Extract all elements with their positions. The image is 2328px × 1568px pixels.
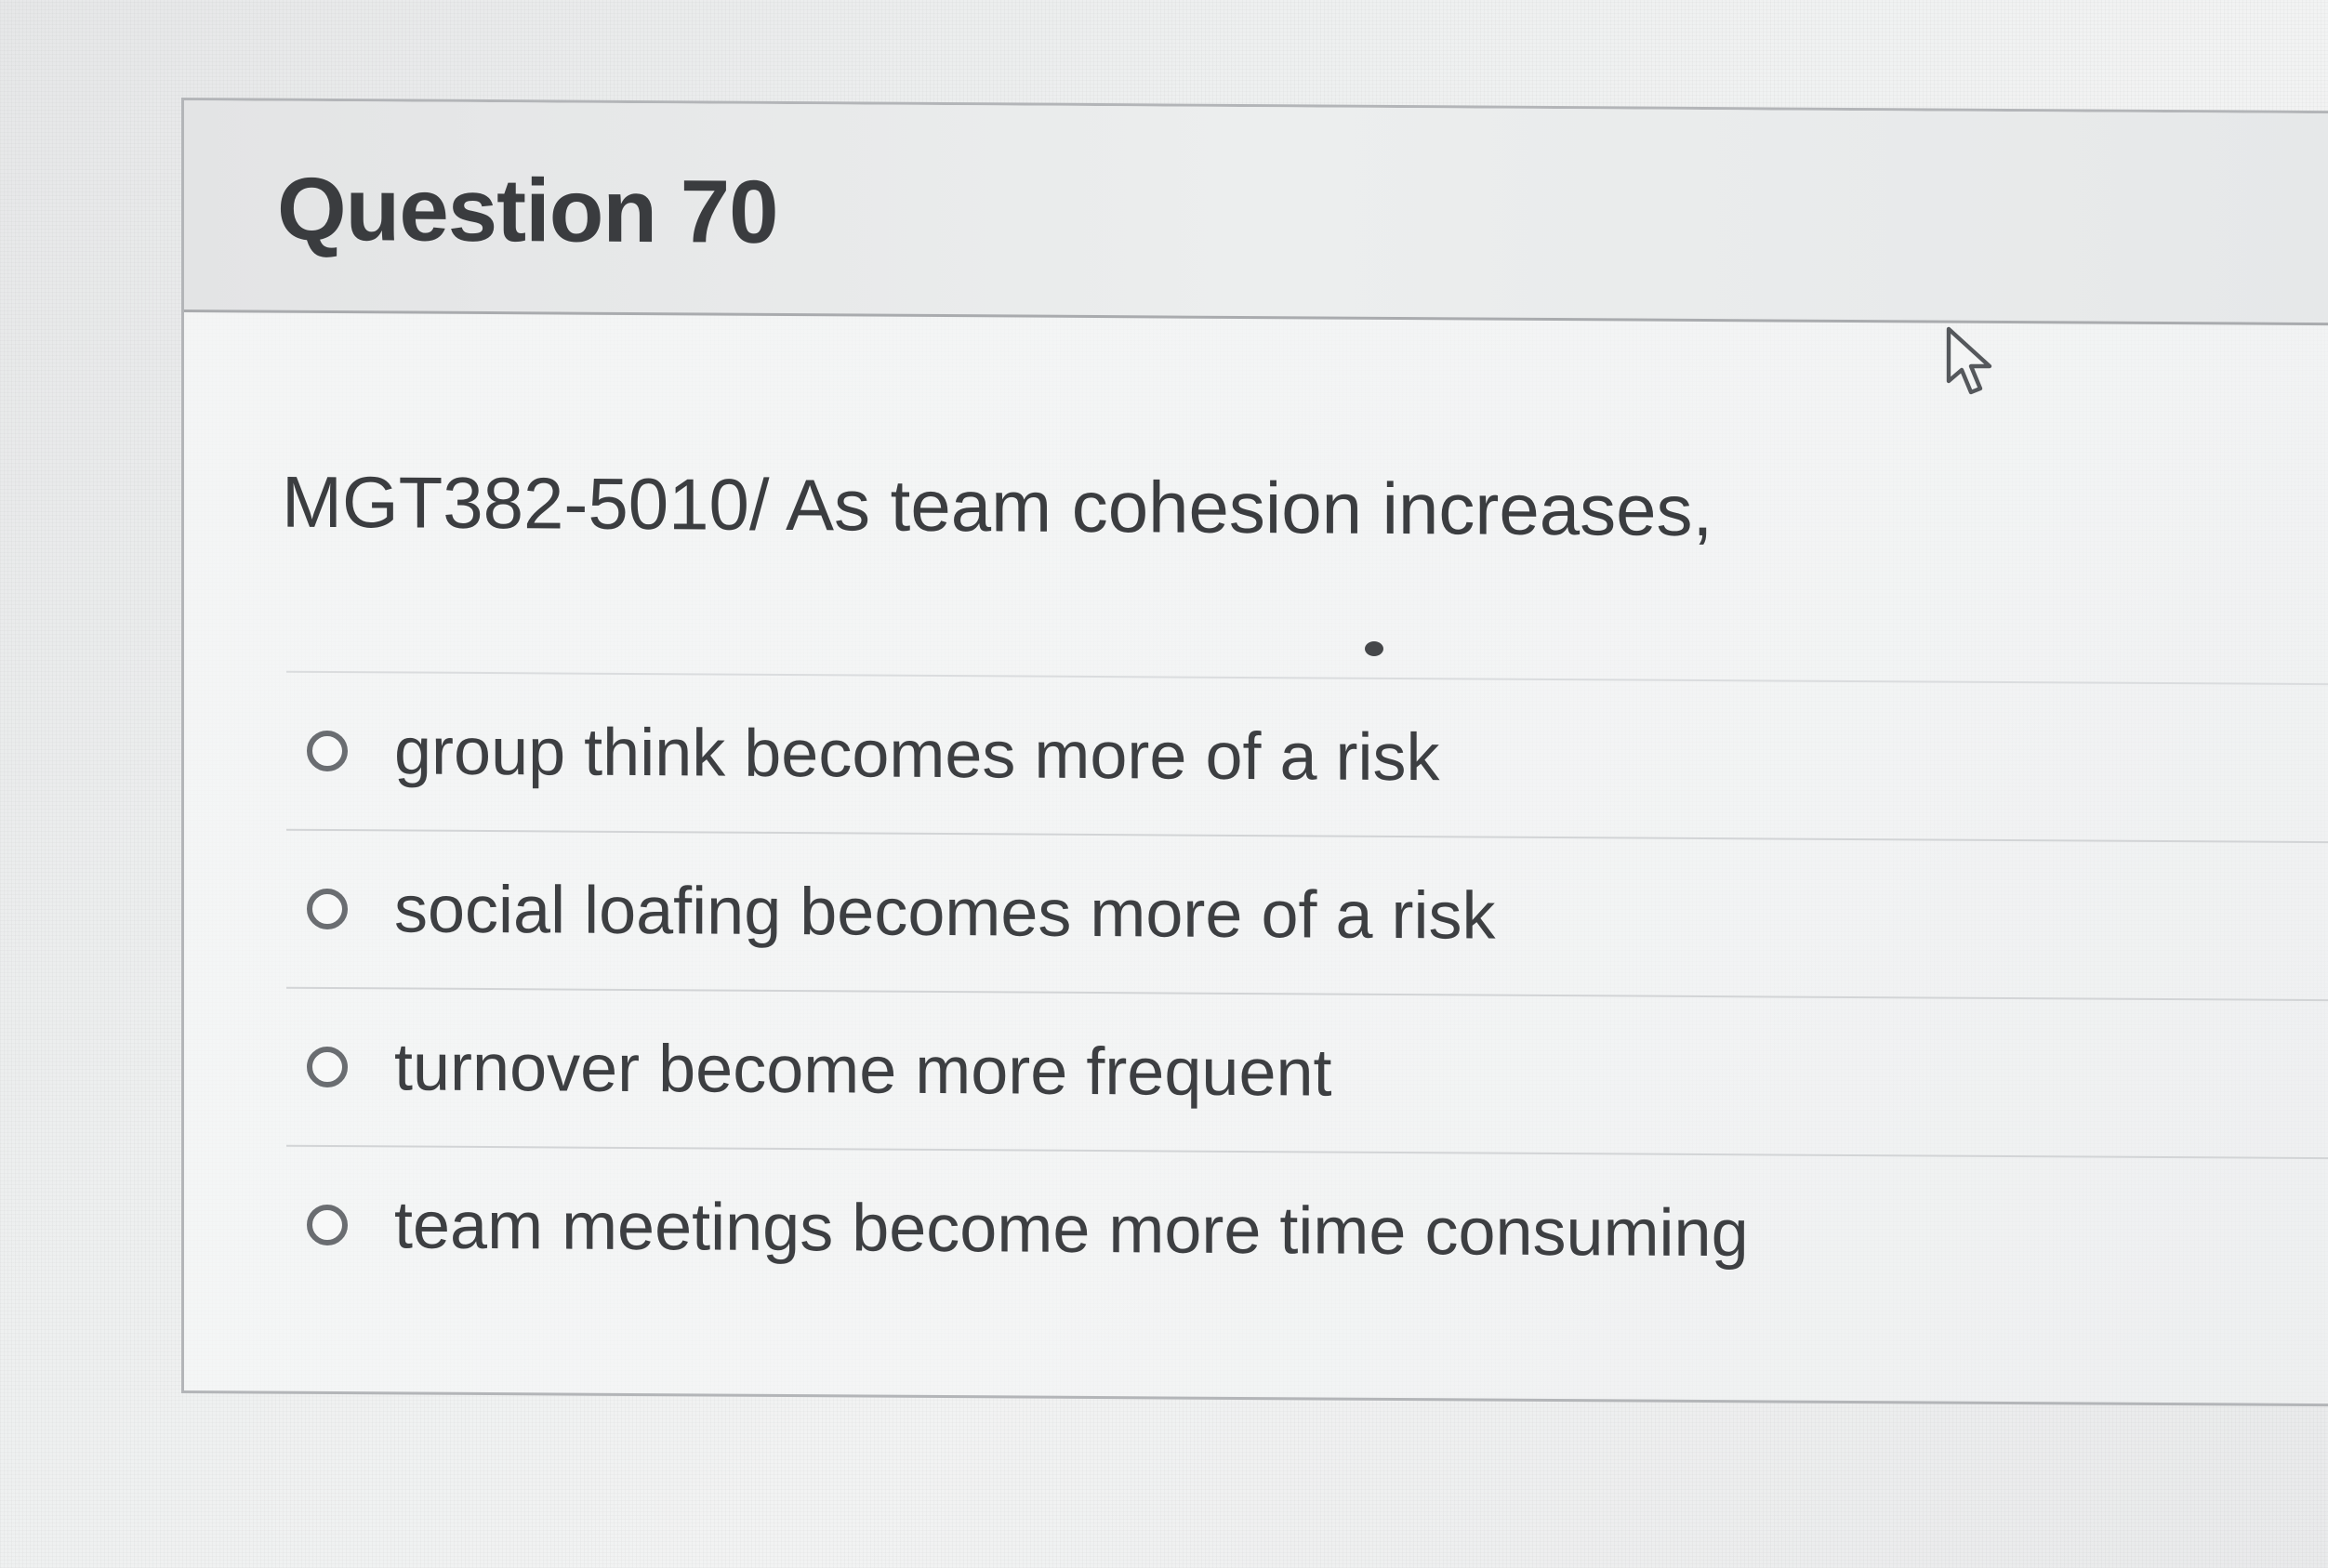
answer-label: social loafing becomes more of a risk <box>394 872 1496 954</box>
answer-option-1[interactable]: group think becomes more of a risk <box>286 670 2328 842</box>
question-body: MGT382-5010/ As team cohesion increases,… <box>184 312 2328 1403</box>
screen-speck <box>1365 641 1383 656</box>
radio-button-icon[interactable] <box>307 1046 348 1088</box>
answer-label: team meetings become more time consuming <box>394 1188 1749 1272</box>
answer-option-2[interactable]: social loafing becomes more of a risk <box>286 828 2328 1000</box>
answer-option-3[interactable]: turnover become more frequent <box>286 986 2328 1158</box>
answer-label: group think becomes more of a risk <box>394 714 1440 796</box>
answer-option-4[interactable]: team meetings become more time consuming <box>286 1144 2328 1316</box>
question-title: Question 70 <box>277 159 778 262</box>
question-text: MGT382-5010/ As team cohesion increases, <box>282 460 1713 552</box>
radio-button-icon[interactable] <box>307 730 348 772</box>
question-card: Question 70 MGT382-5010/ As team cohesio… <box>181 98 2328 1407</box>
question-header: Question 70 <box>184 100 2328 326</box>
radio-button-icon[interactable] <box>307 888 348 930</box>
mouse-pointer-icon <box>1946 326 1992 395</box>
radio-button-icon[interactable] <box>307 1204 348 1246</box>
answer-list: group think becomes more of a risk socia… <box>286 670 2328 1316</box>
answer-label: turnover become more frequent <box>394 1030 1332 1111</box>
